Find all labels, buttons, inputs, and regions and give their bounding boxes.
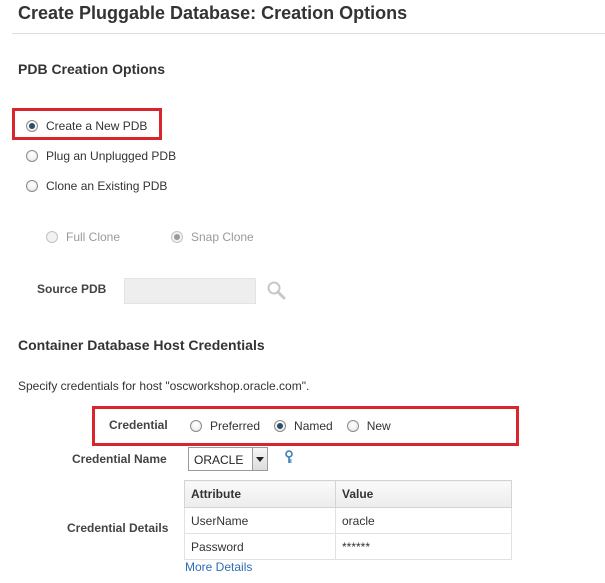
radio-button-new[interactable]	[346, 420, 359, 432]
table-header-row: Attribute Value	[184, 480, 512, 508]
radio-button-clone-existing[interactable]	[26, 180, 38, 192]
table-row: Password ******	[184, 533, 512, 560]
radio-button-plug-unplugged[interactable]	[26, 150, 38, 162]
table-cell-value: oracle	[335, 507, 512, 534]
radio-button-named[interactable]	[274, 420, 287, 432]
radio-create-new-pdb[interactable]: Create a New PDB	[26, 119, 147, 133]
credential-details-label: Credential Details	[67, 521, 169, 535]
column-header-value: Value	[335, 480, 512, 508]
source-pdb-input[interactable]	[124, 278, 256, 304]
title-divider	[12, 33, 605, 34]
pdb-section-heading: PDB Creation Options	[18, 61, 166, 77]
more-details-link[interactable]: More Details	[185, 560, 252, 574]
radio-button-full-clone[interactable]	[46, 231, 58, 243]
radio-label-clone-existing: Clone an Existing PDB	[46, 179, 168, 193]
cred-description: Specify credentials for host "oscworksho…	[18, 379, 310, 393]
radio-label-named: Named	[294, 419, 333, 433]
radio-button-create-new[interactable]	[26, 120, 38, 132]
credential-name-select[interactable]: ORACLE	[188, 447, 268, 471]
cred-section-heading: Container Database Host Credentials	[18, 337, 265, 353]
table-cell-attribute: Password	[184, 533, 336, 560]
radio-clone-existing-pdb[interactable]: Clone an Existing PDB	[26, 179, 167, 193]
radio-new[interactable]: New	[346, 419, 391, 433]
credential-radio-group: Preferred Named New	[190, 419, 405, 433]
radio-preferred[interactable]: Preferred	[190, 419, 260, 433]
table-cell-value: ******	[335, 533, 512, 560]
source-pdb-label: Source PDB	[37, 282, 107, 296]
table-cell-attribute: UserName	[184, 507, 336, 534]
table-row: UserName oracle	[184, 507, 512, 534]
credential-label: Credential	[109, 418, 168, 432]
credential-details-table: Attribute Value UserName oracle Password…	[184, 480, 512, 560]
radio-named[interactable]: Named	[274, 419, 333, 433]
radio-label-plug-unplugged: Plug an Unplugged PDB	[46, 149, 177, 163]
credential-name-label: Credential Name	[72, 452, 167, 466]
radio-label-new: New	[366, 419, 391, 433]
column-header-attribute: Attribute	[184, 480, 336, 508]
radio-label-create-new: Create a New PDB	[46, 119, 148, 133]
radio-plug-unplugged-pdb[interactable]: Plug an Unplugged PDB	[26, 149, 176, 163]
radio-snap-clone[interactable]: Snap Clone	[171, 230, 254, 244]
page-title: Create Pluggable Database: Creation Opti…	[18, 3, 408, 23]
radio-full-clone[interactable]: Full Clone	[46, 230, 120, 244]
credential-name-value: ORACLE	[194, 453, 244, 467]
radio-label-preferred: Preferred	[210, 419, 261, 433]
radio-label-snap-clone: Snap Clone	[191, 230, 254, 244]
search-icon[interactable]	[266, 280, 286, 300]
chevron-down-icon[interactable]	[252, 448, 267, 470]
key-icon[interactable]	[283, 450, 295, 464]
radio-label-full-clone: Full Clone	[66, 230, 121, 244]
radio-button-snap-clone[interactable]	[171, 231, 183, 243]
radio-button-preferred[interactable]	[190, 420, 202, 432]
